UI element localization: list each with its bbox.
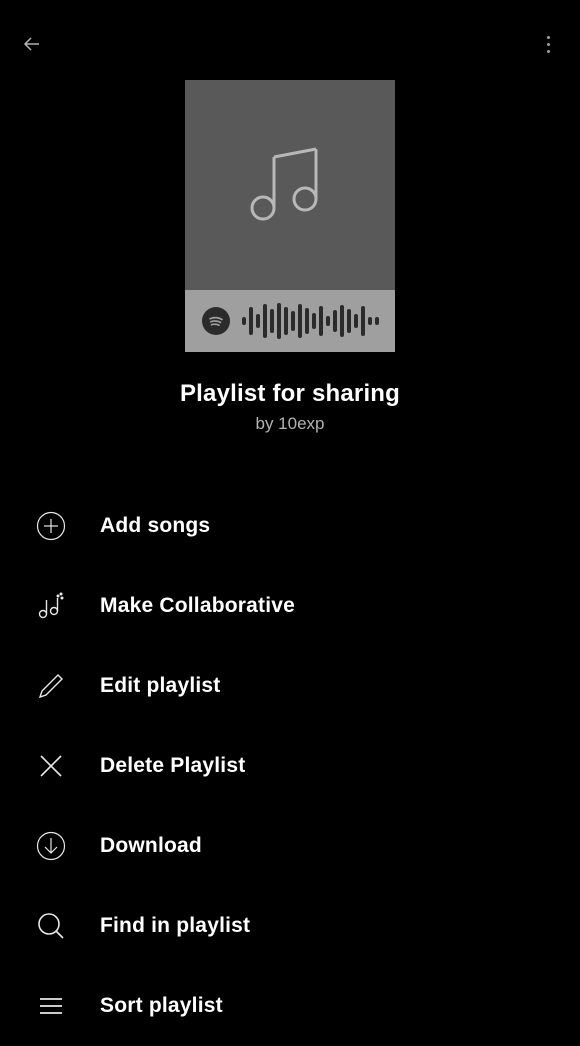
delete-playlist-item[interactable]: Delete Playlist [36, 726, 580, 806]
lines-icon [36, 991, 66, 1021]
cover-art [185, 80, 395, 290]
search-icon [36, 911, 66, 941]
edit-playlist-item[interactable]: Edit playlist [36, 646, 580, 726]
spotify-logo-icon [202, 307, 230, 335]
menu-item-label: Edit playlist [100, 674, 220, 698]
music-note-icon [240, 133, 340, 238]
make-collaborative-item[interactable]: Make Collaborative [36, 566, 580, 646]
menu-item-label: Delete Playlist [100, 754, 245, 778]
menu-list: Add songs Make Collaborative [0, 434, 580, 1046]
playlist-author: by 10exp [255, 414, 324, 434]
download-circle-icon [36, 831, 66, 861]
header [0, 0, 580, 60]
sort-playlist-item[interactable]: Sort playlist [36, 966, 580, 1046]
pencil-icon [36, 671, 66, 701]
download-item[interactable]: Download [36, 806, 580, 886]
content-area: Playlist for sharing by 10exp Add songs [0, 60, 580, 1046]
music-collab-icon [36, 591, 66, 621]
menu-item-label: Add songs [100, 514, 210, 538]
add-songs-item[interactable]: Add songs [36, 486, 580, 566]
x-icon [36, 751, 66, 781]
find-in-playlist-item[interactable]: Find in playlist [36, 886, 580, 966]
menu-item-label: Download [100, 834, 202, 858]
playlist-title: Playlist for sharing [180, 380, 400, 408]
menu-item-label: Make Collaborative [100, 594, 295, 618]
menu-item-label: Find in playlist [100, 914, 250, 938]
playlist-cover [185, 80, 395, 352]
scan-barcode-icon [242, 303, 379, 339]
back-button[interactable] [20, 32, 44, 56]
spotify-scan-code[interactable] [185, 290, 395, 352]
menu-item-label: Sort playlist [100, 994, 223, 1018]
plus-circle-icon [36, 511, 66, 541]
more-options-button[interactable] [536, 32, 560, 56]
